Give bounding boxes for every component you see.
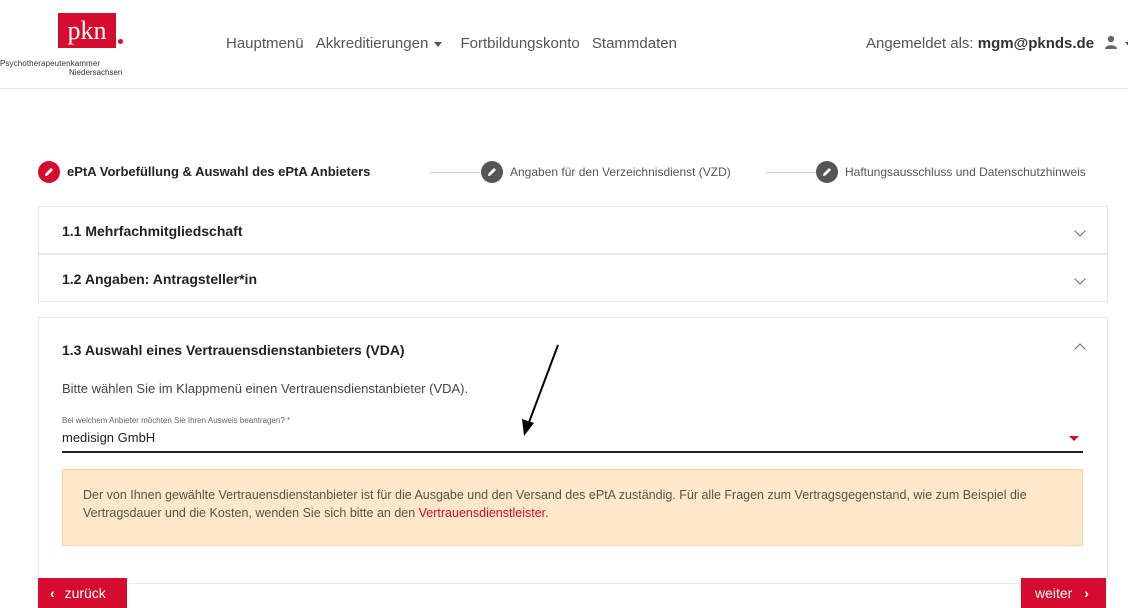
chevron-right-icon: › [1084,585,1089,601]
nav-fortbildungskonto[interactable]: Fortbildungskonto [460,35,579,52]
logged-in-label: Angemeldet als: [866,35,974,52]
user-menu[interactable]: Angemeldet als: mgm@pknds.de [866,35,1128,53]
accordion-title: 1.1 Mehrfachmitgliedschaft [62,223,243,239]
logo-org-line1: Psychotherapeutenkammer [0,59,101,68]
next-button[interactable]: weiter › [1021,578,1106,608]
vda-select-value: medisign GmbH [62,430,156,445]
user-email: mgm@pknds.de [977,35,1095,52]
accordion-vda: 1.3 Auswahl eines Vertrauensdienstanbiet… [38,317,1108,584]
chevron-down-icon [1074,273,1086,285]
chevron-up-icon[interactable] [1074,343,1086,355]
vda-select-label: Bei welchem Anbieter möchten Sie Ihren A… [62,416,291,425]
vda-link[interactable]: Vertrauensdienstleister [419,506,545,520]
nav-akkreditierungen-label: Akkreditierungen [315,35,429,52]
select-underline [62,451,1083,453]
vda-notice: Der von Ihnen gewählte Vertrauensdiensta… [62,469,1083,546]
pencil-icon [38,161,60,183]
chevron-left-icon: ‹ [50,585,55,601]
accordion-mehrfachmitgliedschaft[interactable]: 1.1 Mehrfachmitgliedschaft [38,206,1108,254]
pencil-icon [816,161,838,183]
step-3-label: Haftungsausschluss und Datenschutzhinwei… [845,165,1086,179]
back-button[interactable]: ‹ zurück [38,578,127,608]
pencil-icon [481,161,503,183]
step-connector [430,172,480,173]
nav-akkreditierungen[interactable]: Akkreditierungen [316,35,449,52]
accordion-title: 1.2 Angaben: Antragsteller*in [62,271,258,287]
top-header: pkn Psychotherapeutenkammer Niedersachse… [0,0,1128,89]
next-button-label: weiter [1035,585,1073,601]
notice-body: Der von Ihnen gewählte Vertrauensdiensta… [83,488,1027,520]
notice-text: Der von Ihnen gewählte Vertrauensdiensta… [83,486,1043,522]
pkn-logo[interactable]: pkn Psychotherapeutenkammer Niedersachse… [0,8,140,88]
notice-end: . [545,506,549,520]
dropdown-caret-icon [434,41,443,47]
main-nav: Hauptmenü Akkreditierungen Fortbildungsk… [226,35,685,52]
user-icon [1104,35,1118,53]
accordion-title[interactable]: 1.3 Auswahl eines Vertrauensdienstanbiet… [62,342,405,358]
chevron-down-icon [1074,225,1086,237]
logo-org-line2: Niedersachsen [69,68,123,77]
step-2-label: Angaben für den Verzeichnisdienst (VZD) [510,165,731,179]
step-connector [766,172,816,173]
back-button-label: zurück [64,585,106,601]
nav-hauptmenue[interactable]: Hauptmenü [226,35,304,52]
nav-stammdaten[interactable]: Stammdaten [592,35,677,52]
accordion-antragsteller[interactable]: 1.2 Angaben: Antragsteller*in [38,254,1108,302]
logo-mark: pkn [58,13,116,48]
select-caret-icon [1069,436,1079,441]
vda-instruction: Bitte wählen Sie im Klappmenü einen Vert… [62,381,469,396]
step-1-label: ePtA Vorbefüllung & Auswahl des ePtA Anb… [67,164,371,179]
progress-stepper: ePtA Vorbefüllung & Auswahl des ePtA Anb… [38,160,1108,184]
logo-dot [118,39,123,44]
